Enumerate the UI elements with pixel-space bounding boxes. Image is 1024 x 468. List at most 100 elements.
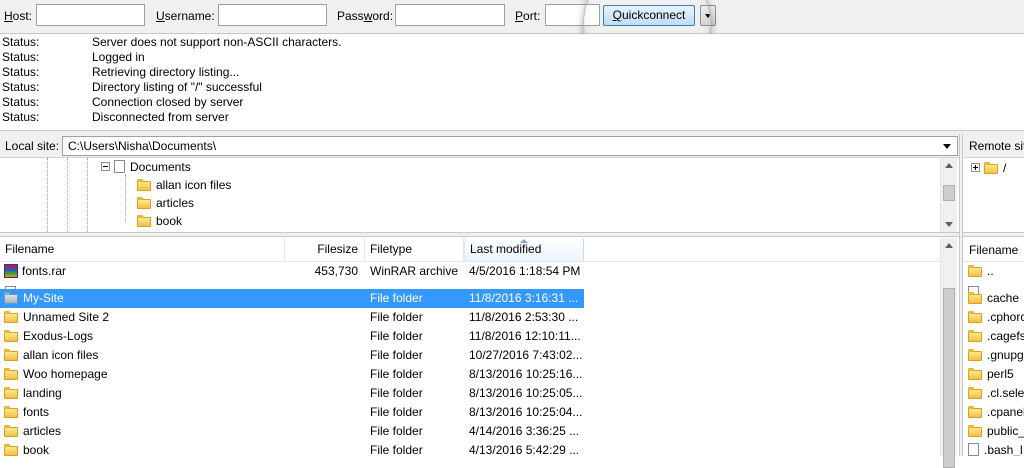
documents-folder-icon bbox=[114, 160, 125, 173]
column-last-modified[interactable]: Last modified bbox=[464, 238, 584, 261]
log-entry: Status: Disconnected from server bbox=[2, 110, 229, 124]
file-row[interactable]: book File folder 4/13/2016 5:42:29 ... bbox=[0, 441, 940, 456]
file-row-selected[interactable]: My-Site File folder 11/8/2016 3:16:31 ..… bbox=[0, 289, 940, 308]
folder-icon bbox=[4, 425, 18, 437]
file-row[interactable]: .cpanel bbox=[968, 403, 1024, 422]
folder-icon bbox=[968, 406, 982, 418]
log-entry: Status: Connection closed by server bbox=[2, 95, 244, 109]
username-input[interactable] bbox=[218, 4, 327, 26]
scroll-up-icon[interactable] bbox=[945, 243, 953, 248]
message-log[interactable]: Status: Server does not support non-ASCII… bbox=[0, 34, 1024, 131]
file-row[interactable]: landing File folder 8/13/2016 10:25:05..… bbox=[0, 384, 940, 403]
quickconnect-button[interactable]: Quickconnect bbox=[603, 5, 695, 26]
column-filename[interactable]: Filename bbox=[0, 238, 285, 261]
file-row[interactable]: Unnamed Site 2 File folder 11/8/2016 2:5… bbox=[0, 308, 940, 327]
folder-icon bbox=[4, 330, 18, 342]
collapse-icon[interactable] bbox=[101, 162, 110, 171]
chevron-down-icon[interactable] bbox=[943, 144, 951, 149]
quickconnect-bar: Host: Username: Password: Port: Quickcon… bbox=[0, 0, 1024, 86]
quickconnect-dropdown-button[interactable] bbox=[700, 5, 716, 26]
local-site-label: Local site: bbox=[5, 139, 60, 153]
file-row[interactable]: articles File folder 4/14/2016 3:36:25 .… bbox=[0, 422, 940, 441]
expand-icon[interactable] bbox=[971, 163, 980, 172]
log-entry: Status: Logged in bbox=[2, 50, 145, 64]
file-row[interactable]: .. bbox=[968, 262, 994, 281]
local-site-bar: Local site: C:\Users\Nisha\Documents\ bbox=[0, 134, 959, 158]
file-row[interactable]: cache bbox=[968, 289, 1019, 308]
host-label: Host: bbox=[4, 9, 33, 23]
file-row[interactable]: fonts File folder 8/13/2016 10:25:04... bbox=[0, 403, 940, 422]
password-input[interactable] bbox=[395, 4, 505, 26]
file-row[interactable]: fonts.rar 453,730 WinRAR archive 4/5/201… bbox=[0, 262, 940, 281]
file-row[interactable]: .cagefs bbox=[968, 327, 1024, 346]
scroll-down-icon[interactable] bbox=[945, 222, 953, 227]
file-row[interactable]: Exodus-Logs File folder 11/8/2016 12:10:… bbox=[0, 327, 940, 346]
folder-icon bbox=[4, 387, 18, 399]
folder-icon bbox=[137, 215, 151, 227]
host-input[interactable] bbox=[36, 4, 145, 26]
folder-icon bbox=[4, 406, 18, 418]
file-row[interactable]: .cphorc bbox=[968, 308, 1024, 327]
scrollbar-thumb[interactable] bbox=[943, 288, 955, 468]
folder-icon bbox=[968, 311, 982, 323]
tree-item-label: Documents bbox=[130, 160, 191, 174]
tree-item-label: / bbox=[1003, 161, 1007, 175]
folder-icon bbox=[968, 330, 982, 342]
folder-icon bbox=[968, 425, 982, 437]
sort-ascending-icon bbox=[520, 239, 528, 243]
column-filename-remote[interactable]: Filename bbox=[969, 243, 1018, 257]
tree-item-root[interactable]: / bbox=[971, 161, 1006, 175]
log-entry: Status: Server does not support non-ASCII… bbox=[2, 35, 342, 49]
remote-site-label: Remote sit bbox=[969, 139, 1024, 153]
port-label: Port: bbox=[515, 9, 541, 23]
rar-archive-icon bbox=[4, 264, 18, 278]
tree-item-label: allan icon files bbox=[156, 178, 232, 192]
tree-item-documents[interactable]: Documents bbox=[101, 158, 191, 176]
remote-splitter[interactable] bbox=[963, 232, 1024, 237]
password-label: Password: bbox=[337, 9, 394, 23]
folder-icon bbox=[968, 292, 982, 304]
local-site-path-text: C:\Users\Nisha\Documents\ bbox=[68, 139, 217, 153]
column-filesize[interactable]: Filesize bbox=[285, 238, 365, 261]
folder-icon bbox=[137, 197, 151, 209]
local-file-list-scrollbar[interactable] bbox=[940, 238, 957, 468]
column-filetype[interactable]: Filetype bbox=[365, 238, 464, 261]
log-entry: Status: Retrieving directory listing... bbox=[2, 65, 240, 79]
folder-icon bbox=[968, 265, 982, 277]
folder-icon bbox=[4, 444, 18, 456]
file-row[interactable]: allan icon files File folder 10/27/2016 … bbox=[0, 346, 940, 365]
remote-site-bar: Remote sit bbox=[963, 134, 1024, 158]
local-tree-scrollbar[interactable] bbox=[940, 158, 957, 232]
port-input[interactable] bbox=[545, 4, 600, 26]
document-icon bbox=[968, 443, 979, 456]
file-row[interactable]: .gnupg bbox=[968, 346, 1024, 365]
local-site-path-combobox[interactable]: C:\Users\Nisha\Documents\ bbox=[62, 136, 958, 156]
folder-icon bbox=[4, 292, 18, 304]
remote-file-list[interactable]: .. cache .cphorc .cagefs .gnupg perl5 .c… bbox=[963, 262, 1024, 456]
local-file-list[interactable]: fonts.rar 453,730 WinRAR archive 4/5/201… bbox=[0, 262, 940, 456]
tree-item-label: articles bbox=[156, 196, 195, 210]
folder-icon bbox=[4, 368, 18, 380]
folder-icon bbox=[968, 349, 982, 361]
scrollbar-thumb[interactable] bbox=[943, 185, 955, 201]
remote-directory-tree[interactable]: / bbox=[963, 158, 1024, 232]
tree-item-articles[interactable]: articles bbox=[137, 194, 194, 212]
local-file-list-header: Filename Filesize Filetype Last modified bbox=[0, 238, 940, 262]
file-row[interactable]: .bash_l bbox=[968, 441, 1023, 456]
username-label: Username: bbox=[156, 9, 215, 23]
tree-item-allan-icon-files[interactable]: allan icon files bbox=[137, 176, 231, 194]
local-directory-tree[interactable]: Documents allan icon files articles book bbox=[0, 158, 940, 232]
file-row[interactable]: public_ bbox=[968, 422, 1024, 441]
local-splitter[interactable] bbox=[0, 232, 959, 237]
folder-icon bbox=[968, 387, 982, 399]
tree-item-label: book bbox=[156, 214, 183, 228]
file-row[interactable]: Woo homepage File folder 8/13/2016 10:25… bbox=[0, 365, 940, 384]
log-entry: Status: Directory listing of "/" successf… bbox=[2, 80, 262, 94]
tree-item-book[interactable]: book bbox=[137, 212, 182, 230]
folder-icon bbox=[4, 349, 18, 361]
file-row[interactable]: perl5 bbox=[968, 365, 1014, 384]
remote-file-list-header: Filename bbox=[963, 238, 1024, 262]
folder-icon bbox=[968, 368, 982, 380]
scroll-up-icon[interactable] bbox=[945, 163, 953, 168]
file-row[interactable]: .cl.selec bbox=[968, 384, 1024, 403]
